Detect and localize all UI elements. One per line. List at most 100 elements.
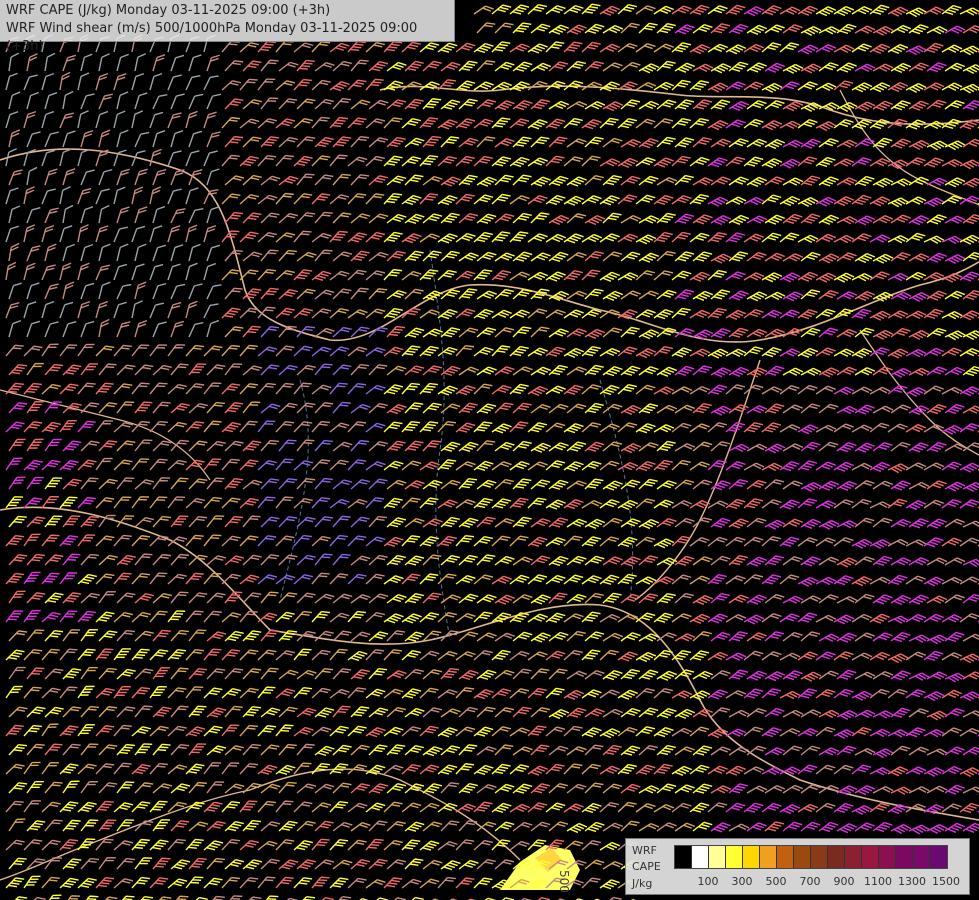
- legend-swatch: [760, 846, 777, 868]
- wind-barb: [8, 169, 23, 186]
- wind-barb: [584, 631, 605, 642]
- wind-barb: [653, 231, 673, 243]
- wind-barb: [926, 824, 948, 835]
- wind-barb: [761, 120, 783, 131]
- wind-barb: [635, 536, 656, 547]
- wind-barb: [959, 727, 979, 737]
- wind-barb: [77, 610, 96, 623]
- wind-barb: [188, 857, 207, 870]
- wind-barb: [458, 60, 478, 72]
- wind-barb: [314, 477, 333, 490]
- wind-barb: [923, 613, 945, 623]
- wind-barb: [473, 877, 493, 889]
- wind-barb: [242, 325, 261, 338]
- wind-barb: [260, 516, 280, 528]
- wind-barb: [260, 364, 280, 376]
- wind-barb: [890, 252, 911, 262]
- wind-barb: [851, 386, 873, 395]
- wind-barb: [851, 613, 873, 623]
- wind-barb: [545, 385, 566, 395]
- wind-barb: [476, 554, 496, 566]
- wind-barb: [44, 819, 63, 832]
- wind-barb: [494, 138, 515, 148]
- wind-barb: [152, 93, 168, 110]
- wind-barb: [404, 668, 424, 680]
- wind-barb: [692, 177, 714, 186]
- wind-barb: [671, 386, 693, 395]
- wind-barb: [833, 499, 854, 509]
- wind-barb: [908, 557, 930, 566]
- wind-barb: [908, 367, 930, 377]
- wind-barb: [329, 230, 348, 243]
- wind-barb: [188, 243, 201, 262]
- wind-barb: [797, 81, 818, 91]
- wind-barb: [332, 97, 352, 110]
- wind-barb: [905, 651, 926, 661]
- wind-barb: [221, 612, 242, 623]
- wind-barb: [206, 668, 226, 680]
- wind-barb: [890, 441, 911, 452]
- wind-barb: [818, 480, 840, 491]
- wind-barb: [710, 63, 732, 74]
- wind-barb: [26, 858, 46, 870]
- wind-barb: [185, 110, 198, 129]
- wind-barb: [149, 148, 162, 167]
- wind-barb: [782, 480, 803, 490]
- wind-barb: [293, 421, 313, 433]
- wind-barb: [152, 743, 171, 756]
- wind-barb: [548, 708, 570, 720]
- wind-barb: [620, 443, 642, 454]
- wind-barb: [926, 710, 948, 721]
- wind-barb: [851, 805, 873, 816]
- wind-barb: [98, 168, 113, 186]
- wind-barb: [710, 215, 732, 226]
- wind-barb: [545, 233, 567, 243]
- wind-barb: [509, 383, 529, 395]
- legend-swatch: [692, 846, 709, 868]
- wind-barb: [638, 555, 659, 566]
- wind-barb: [134, 168, 148, 186]
- wind-barb: [134, 401, 153, 414]
- wind-barb: [23, 262, 36, 281]
- wind-barb: [962, 25, 979, 34]
- wind-barb: [635, 688, 656, 699]
- wind-barb: [941, 652, 963, 661]
- wind-barb: [959, 386, 979, 397]
- wind-barb: [404, 174, 424, 186]
- wind-barb: [800, 441, 821, 452]
- wind-barb: [383, 155, 403, 167]
- wind-barb: [437, 195, 458, 206]
- wind-barb: [329, 612, 350, 623]
- wind-barb: [764, 747, 786, 756]
- wind-barb: [116, 283, 132, 300]
- wind-barb: [131, 726, 152, 737]
- wind-barb: [404, 98, 424, 110]
- wind-barb: [689, 385, 711, 395]
- wind-barb: [602, 137, 623, 148]
- wind-barb: [314, 174, 334, 186]
- wind-barb: [782, 24, 803, 34]
- wind-barb: [494, 174, 514, 186]
- wind-barb: [275, 650, 296, 661]
- wind-barb: [152, 401, 171, 414]
- wind-barb: [458, 137, 479, 148]
- wind-barb: [887, 615, 909, 624]
- wind-barb: [833, 234, 855, 244]
- wind-barb: [491, 575, 512, 585]
- wind-barb: [419, 345, 439, 357]
- wind-barb: [224, 859, 245, 870]
- wind-barb: [224, 668, 244, 680]
- wind-barb: [887, 272, 909, 282]
- wind-barb: [98, 554, 118, 566]
- wind-barb: [278, 669, 299, 680]
- wind-barb: [185, 344, 205, 357]
- wind-barb: [185, 763, 205, 775]
- wind-barb: [797, 498, 818, 509]
- wind-barb: [764, 176, 785, 186]
- wind-barb: [275, 574, 296, 585]
- wind-barb: [206, 364, 226, 376]
- wind-barb: [188, 592, 208, 604]
- wind-barb: [332, 630, 352, 642]
- wind-barb: [221, 193, 241, 205]
- wind-barb: [563, 347, 585, 359]
